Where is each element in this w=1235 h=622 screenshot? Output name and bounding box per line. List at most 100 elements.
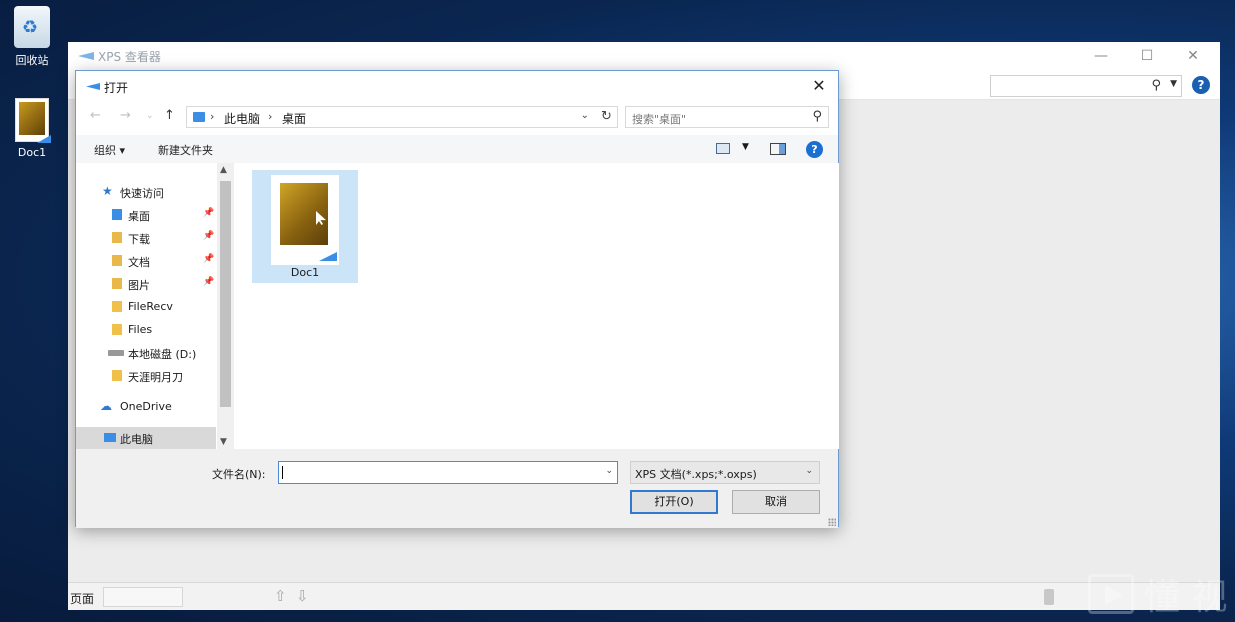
- xps-window-title: XPS 查看器: [98, 50, 161, 64]
- organize-button[interactable]: 组织 ▾: [94, 142, 125, 158]
- preview-pane-icon[interactable]: [770, 143, 786, 155]
- scrollbar-thumb[interactable]: [220, 181, 231, 407]
- up-arrow-icon[interactable]: ↑: [164, 108, 175, 123]
- new-folder-button[interactable]: 新建文件夹: [158, 142, 213, 158]
- chevron-down-icon[interactable]: ⌄: [605, 466, 613, 476]
- chevron-right-icon[interactable]: ›: [268, 110, 272, 123]
- zoom-slider[interactable]: [1044, 589, 1054, 605]
- sidebar-item-label: 本地磁盘 (D:): [128, 348, 197, 361]
- maximize-button[interactable]: ☐: [1132, 46, 1162, 66]
- navigation-scrollbar[interactable]: ▲ ▼: [217, 163, 234, 449]
- dialog-title: 打开: [104, 81, 129, 95]
- help-icon[interactable]: ?: [1192, 76, 1210, 94]
- recycle-bin-icon: [14, 6, 50, 48]
- sidebar-item-this-pc[interactable]: 此电脑: [76, 427, 216, 449]
- pin-icon[interactable]: 📌: [203, 254, 214, 264]
- pictures-folder-icon: [112, 278, 122, 289]
- sidebar-item-filerecv[interactable]: FileRecv: [76, 296, 216, 318]
- sidebar-item-downloads[interactable]: 下载 📌: [76, 227, 216, 249]
- file-list: Doc1: [234, 163, 839, 449]
- sidebar-item-onedrive[interactable]: ☁ OneDrive: [76, 396, 216, 418]
- pin-icon[interactable]: 📌: [203, 208, 214, 218]
- chevron-down-icon[interactable]: ⌄: [805, 466, 813, 476]
- desktop-folder-icon: [112, 209, 122, 220]
- xps-document-icon: [271, 175, 339, 265]
- sidebar-item-label: 快速访问: [120, 187, 164, 200]
- chevron-down-icon[interactable]: ▼: [1170, 79, 1177, 89]
- documents-folder-icon: [112, 255, 122, 266]
- watermark-text: 懂 视: [1144, 577, 1228, 618]
- chevron-down-icon[interactable]: ▼: [220, 437, 227, 447]
- sidebar-item-label: 桌面: [128, 210, 150, 223]
- file-item-doc1[interactable]: Doc1: [252, 170, 358, 283]
- sidebar-item-documents[interactable]: 文档 📌: [76, 250, 216, 272]
- sidebar-item-local-disk-d[interactable]: 本地磁盘 (D:): [76, 342, 216, 364]
- forward-arrow-icon[interactable]: →: [120, 108, 131, 123]
- xps-logo-icon: [86, 83, 100, 90]
- star-icon: ★: [102, 184, 113, 198]
- pin-icon[interactable]: 📌: [203, 277, 214, 287]
- sidebar-item-label: Files: [128, 323, 153, 336]
- dialog-footer: 文件名(N): ⌄ XPS 文档(*.xps;*.oxps) ⌄ 打开(O) 取…: [76, 449, 838, 528]
- recycle-bin-label: 回收站: [15, 54, 49, 67]
- filename-input[interactable]: ⌄: [278, 461, 618, 484]
- arrow-up-icon[interactable]: ⇧: [274, 587, 287, 605]
- filetype-select[interactable]: XPS 文档(*.xps;*.oxps) ⌄: [630, 461, 820, 484]
- view-mode-icon[interactable]: [716, 143, 730, 154]
- drive-icon: [108, 350, 124, 356]
- search-icon[interactable]: ⚲: [1151, 78, 1161, 93]
- close-button[interactable]: ✕: [1178, 46, 1208, 66]
- open-file-dialog: 打开 ✕ ← → ⌄ ↑ › 此电脑 › 桌面 ⌄ ↻ 搜索"桌面" ⚲ 组织 …: [75, 70, 839, 528]
- doc1-label: Doc1: [17, 146, 47, 159]
- watermark-logo-icon: [1088, 574, 1134, 614]
- file-name: Doc1: [290, 266, 320, 279]
- xps-status-bar: 页面 ⇧ ⇩: [68, 582, 1220, 610]
- search-input[interactable]: 搜索"桌面" ⚲: [625, 106, 829, 128]
- computer-icon: [104, 433, 116, 442]
- xps-document-icon: [15, 98, 51, 143]
- arrow-down-icon[interactable]: ⇩: [296, 587, 309, 605]
- desktop-recycle-bin[interactable]: 回收站: [0, 6, 64, 68]
- refresh-icon[interactable]: ↻: [596, 106, 618, 128]
- search-icon[interactable]: ⚲: [812, 109, 822, 124]
- recent-dropdown-icon[interactable]: ⌄: [146, 111, 154, 121]
- desktop-doc1[interactable]: Doc1: [0, 98, 64, 159]
- resize-grip-icon[interactable]: [828, 518, 836, 526]
- open-button[interactable]: 打开(O): [630, 490, 718, 514]
- page-number-input[interactable]: [103, 587, 183, 607]
- dialog-close-button[interactable]: ✕: [808, 76, 830, 96]
- page-label: 页面: [70, 592, 95, 606]
- breadcrumb-this-pc[interactable]: 此电脑: [224, 110, 260, 127]
- cancel-button[interactable]: 取消: [732, 490, 820, 514]
- sidebar-item-desktop[interactable]: 桌面 📌: [76, 204, 216, 226]
- navigation-pane: ★ 快速访问 桌面 📌 下载 📌 文档 📌 图片 📌 FileRecv File…: [76, 163, 234, 449]
- text-caret: [282, 466, 283, 479]
- navigation-bar: ← → ⌄ ↑ › 此电脑 › 桌面 ⌄ ↻ 搜索"桌面" ⚲: [76, 105, 838, 129]
- sidebar-item-label: 下载: [128, 233, 150, 246]
- pin-icon[interactable]: 📌: [203, 231, 214, 241]
- sidebar-item-label: OneDrive: [120, 400, 172, 413]
- folder-icon: [193, 112, 205, 122]
- chevron-down-icon[interactable]: ▼: [742, 142, 749, 152]
- chevron-down-icon[interactable]: ⌄: [581, 110, 589, 121]
- folder-icon: [112, 301, 122, 312]
- breadcrumb-desktop[interactable]: 桌面: [282, 110, 306, 127]
- sidebar-item-tianya[interactable]: 天涯明月刀: [76, 365, 216, 387]
- dialog-title-bar: 打开 ✕: [76, 71, 838, 101]
- filename-label: 文件名(N):: [212, 468, 266, 481]
- xps-search-input[interactable]: ⚲ ▼: [990, 75, 1182, 97]
- sidebar-item-label: FileRecv: [128, 300, 173, 313]
- sidebar-item-pictures[interactable]: 图片 📌: [76, 273, 216, 295]
- chevron-right-icon[interactable]: ›: [210, 110, 214, 123]
- sidebar-item-files[interactable]: Files: [76, 319, 216, 341]
- minimize-button[interactable]: —: [1086, 46, 1116, 66]
- folder-icon: [112, 324, 122, 335]
- sidebar-item-quick-access[interactable]: ★ 快速访问: [76, 181, 216, 203]
- xps-title-bar: XPS 查看器 — ☐ ✕: [68, 42, 1220, 70]
- sidebar-item-label: 文档: [128, 256, 150, 269]
- help-icon[interactable]: ?: [806, 141, 823, 158]
- cloud-icon: ☁: [100, 399, 112, 413]
- address-bar[interactable]: › 此电脑 › 桌面 ⌄: [186, 106, 616, 128]
- back-arrow-icon[interactable]: ←: [90, 108, 101, 123]
- chevron-up-icon[interactable]: ▲: [220, 165, 227, 175]
